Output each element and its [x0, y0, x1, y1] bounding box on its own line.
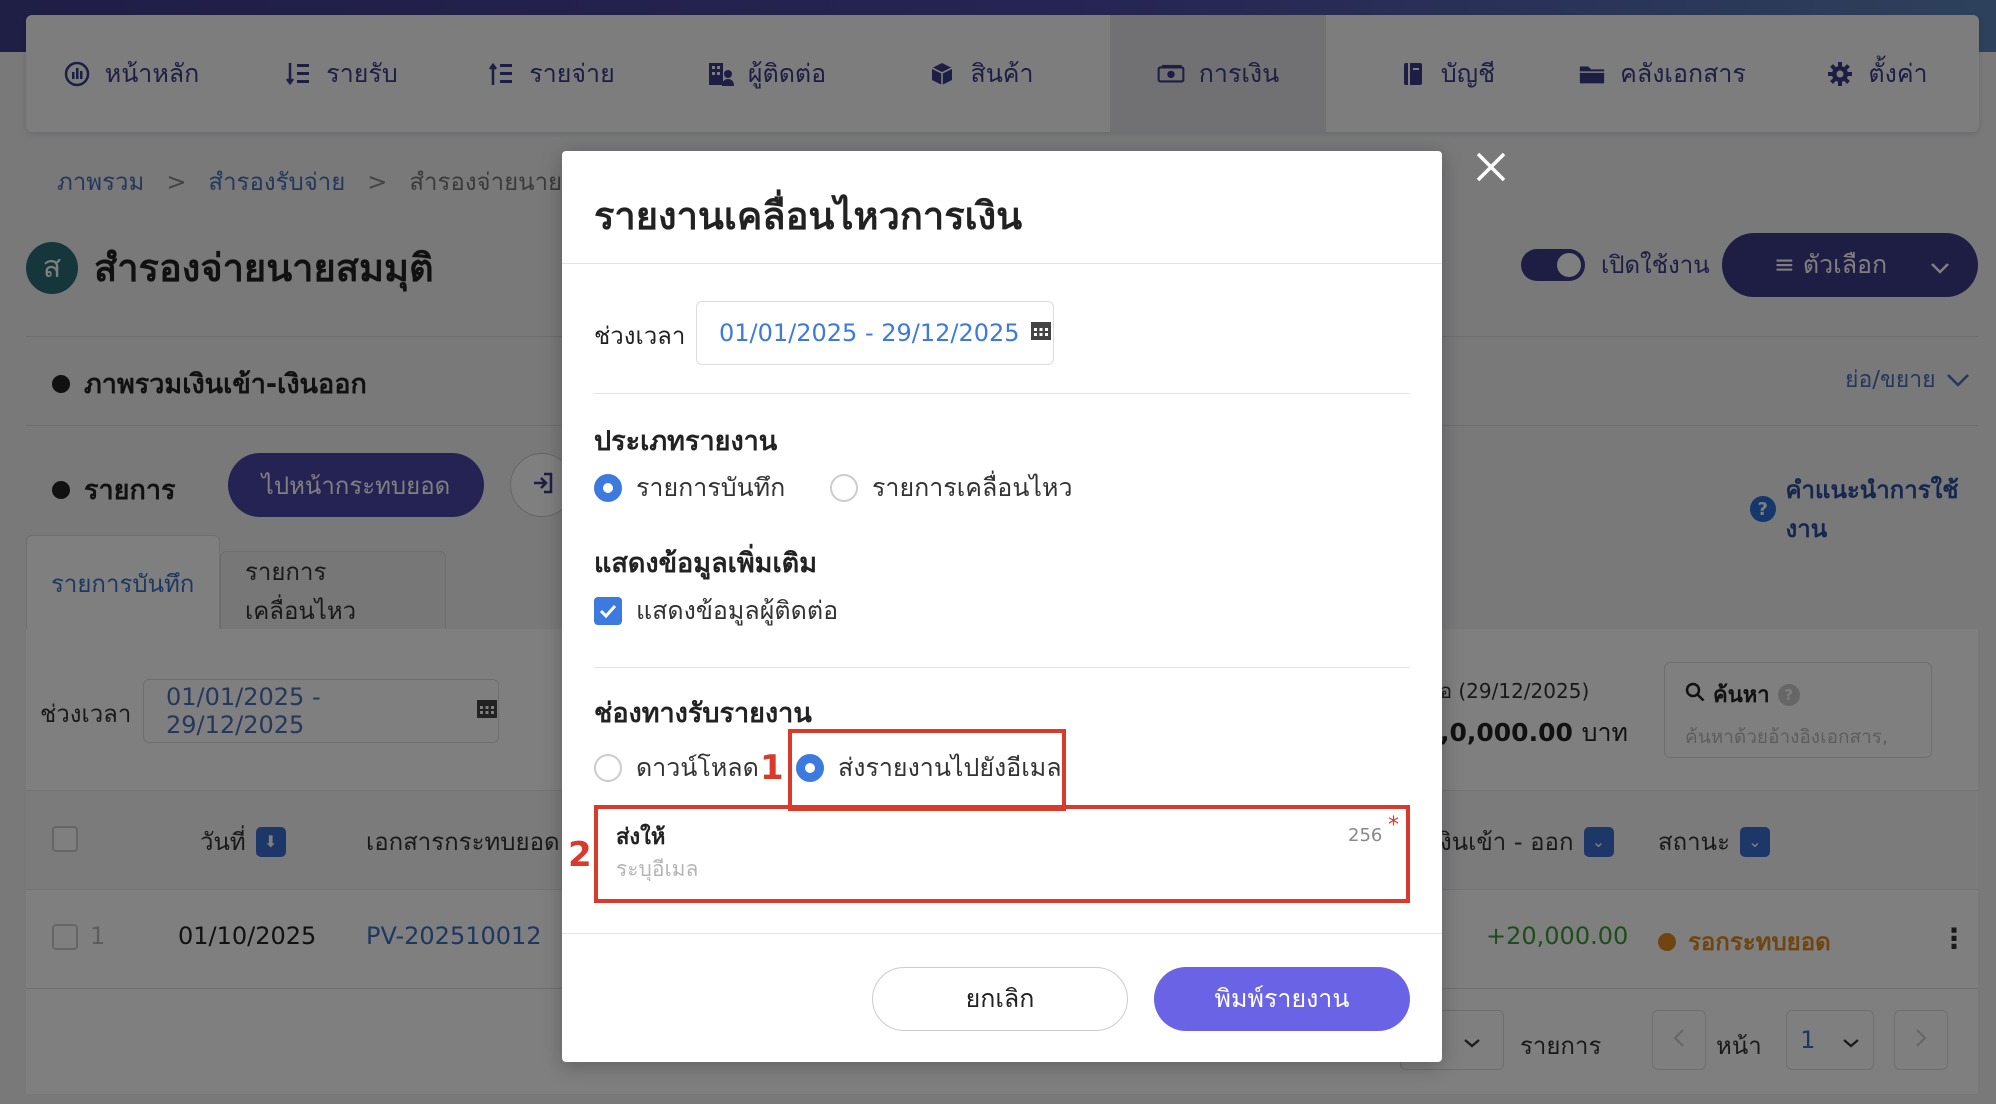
divider: [594, 667, 1410, 668]
radio-label: รายการเคลื่อนไหว: [872, 473, 1073, 502]
radio-button[interactable]: [594, 754, 622, 782]
radio-label: ส่งรายงานไปยังอีเมล: [838, 753, 1062, 782]
radio-label: รายการบันทึก: [636, 473, 786, 502]
send-to-char-limit: 256: [1348, 825, 1383, 846]
radio-report-records[interactable]: รายการบันทึก: [594, 468, 785, 508]
cancel-button[interactable]: ยกเลิก: [872, 967, 1128, 1031]
close-icon[interactable]: [1474, 150, 1508, 184]
divider: [562, 263, 1442, 264]
radio-send-email[interactable]: ส่งรายงานไปยังอีเมล: [796, 748, 1062, 788]
modal-period-label: ช่วงเวลา: [594, 322, 686, 350]
delivery-channel-title: ช่องทางรับรายงาน: [594, 698, 812, 729]
required-asterisk: *: [1388, 813, 1399, 838]
extra-info-title: แสดงข้อมูลเพิ่มเติม: [594, 548, 818, 579]
radio-button[interactable]: [796, 754, 824, 782]
checkbox-label: แสดงข้อมูลผู้ติดต่อ: [636, 596, 839, 625]
radio-download[interactable]: ดาวน์โหลด: [594, 748, 759, 788]
annotation-number-1: 1: [760, 748, 784, 788]
radio-button[interactable]: [830, 474, 858, 502]
divider: [562, 933, 1442, 934]
send-to-label: ส่งให้: [616, 825, 666, 850]
modal-date-range[interactable]: 01/01/2025 - 29/12/2025: [696, 301, 1054, 365]
modal-period-value: 01/01/2025 - 29/12/2025: [719, 319, 1020, 347]
show-contact-checkbox-row[interactable]: แสดงข้อมูลผู้ติดต่อ: [594, 591, 838, 631]
divider: [594, 393, 1410, 394]
checkbox-checked-icon[interactable]: [594, 597, 622, 625]
modal-title: รายงานเคลื่อนไหวการเงิน: [594, 194, 1023, 238]
radio-button[interactable]: [594, 474, 622, 502]
radio-label: ดาวน์โหลด: [636, 753, 759, 782]
annotation-box-send-to: [594, 805, 1410, 903]
calendar-icon: [1030, 319, 1052, 347]
report-type-title: ประเภทรายงาน: [594, 426, 778, 457]
email-field[interactable]: [616, 857, 1376, 881]
report-modal: รายงานเคลื่อนไหวการเงิน ช่วงเวลา 01/01/2…: [562, 151, 1442, 1062]
annotation-number-2: 2: [568, 835, 592, 875]
print-report-button[interactable]: พิมพ์รายงาน: [1154, 967, 1410, 1031]
radio-report-movements[interactable]: รายการเคลื่อนไหว: [830, 468, 1073, 508]
